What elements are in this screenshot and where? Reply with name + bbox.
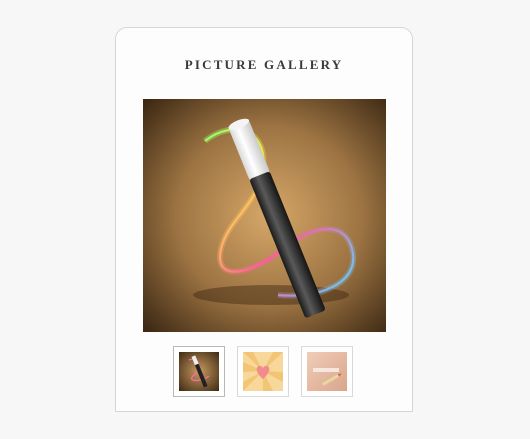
heart-sunburst-image-icon xyxy=(243,352,283,391)
gallery-title: PICTURE GALLERY xyxy=(184,57,344,72)
pencil-paper-image-icon xyxy=(307,352,347,391)
thumbnail-pencil[interactable] xyxy=(301,346,353,397)
magic-wand-image-icon xyxy=(179,352,219,391)
main-image xyxy=(143,99,386,332)
thumbnail-strip xyxy=(173,346,353,397)
gallery-panel: PICTURE GALLERY xyxy=(115,27,413,412)
thumbnail-magic-wand[interactable] xyxy=(173,346,225,397)
thumbnail-heart[interactable] xyxy=(237,346,289,397)
